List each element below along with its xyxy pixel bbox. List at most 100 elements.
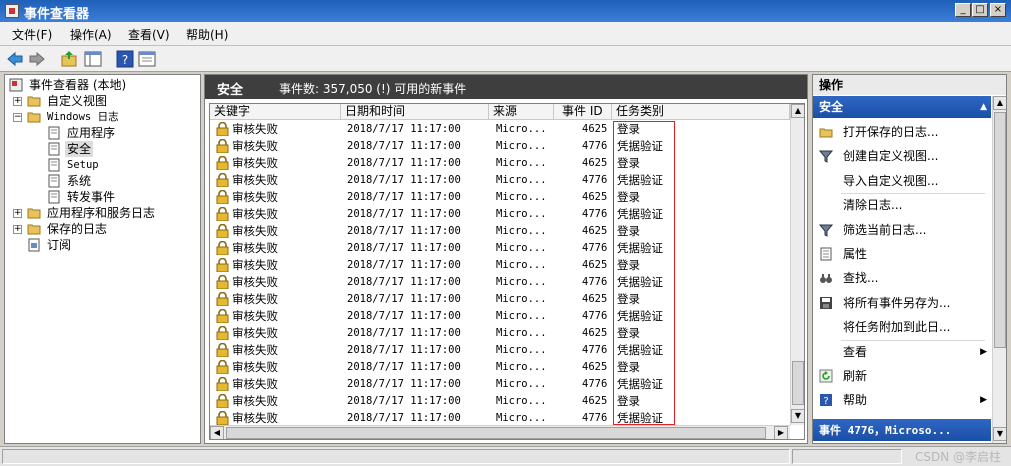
- cell-event-id: 4625: [582, 395, 608, 407]
- action-1-item[interactable]: 创建自定义视图...: [813, 144, 991, 168]
- scroll-down-button[interactable]: ▼: [993, 427, 1006, 441]
- lock-icon: [216, 190, 229, 204]
- table-row[interactable]: 审核失败 2018/7/17 11:17:00 Micro... 4776 凭据验证: [210, 172, 790, 189]
- table-row[interactable]: 审核失败 2018/7/17 11:17:00 Micro... 4776 凭据验证: [210, 206, 790, 223]
- scroll-left-button[interactable]: ◀: [210, 426, 224, 439]
- action-7-item[interactable]: 将所有事件另存为...: [813, 291, 991, 315]
- column-header-task-category[interactable]: 任务类别: [612, 104, 790, 120]
- table-row[interactable]: 审核失败 2018/7/17 11:17:00 Micro... 4625 登录: [210, 257, 790, 274]
- column-header-event-id[interactable]: 事件 ID: [554, 104, 612, 120]
- action-11-item[interactable]: ? 帮助 ▶: [813, 388, 991, 412]
- cell-source: Micro...: [496, 259, 547, 271]
- table-row[interactable]: 审核失败 2018/7/17 11:17:00 Micro... 4776 凭据验证: [210, 274, 790, 291]
- lock-icon: [216, 292, 229, 306]
- action-3-item[interactable]: 清除日志...: [813, 193, 991, 217]
- column-header-source[interactable]: 来源: [489, 104, 554, 120]
- cell-datetime: 2018/7/17 11:17:00: [347, 310, 461, 322]
- cell-source: Micro...: [496, 344, 547, 356]
- expand-icon[interactable]: +: [13, 97, 22, 106]
- table-row[interactable]: 审核失败 2018/7/17 11:17:00 Micro... 4625 登录: [210, 189, 790, 206]
- table-row[interactable]: 审核失败 2018/7/17 11:17:00 Micro... 4625 登录: [210, 291, 790, 308]
- svg-text:?: ?: [823, 396, 828, 407]
- properties-icon[interactable]: [138, 50, 156, 68]
- action-2-item[interactable]: 导入自定义视图...: [813, 169, 991, 193]
- cell-keyword: 审核失败: [232, 326, 278, 340]
- table-row[interactable]: 审核失败 2018/7/17 11:17:00 Micro... 4776 凭据验证: [210, 376, 790, 393]
- cell-event-id: 4625: [582, 157, 608, 169]
- action-8-item[interactable]: 将任务附加到此日...: [813, 315, 991, 339]
- action-6-item[interactable]: 查找...: [813, 266, 991, 290]
- cell-event-id: 4776: [582, 344, 608, 356]
- table-row[interactable]: 审核失败 2018/7/17 11:17:00 Micro... 4625 登录: [210, 325, 790, 342]
- scroll-thumb[interactable]: [994, 112, 1006, 348]
- action-label: 查找...: [843, 271, 879, 286]
- event-section-label: 事件 4776，Microso...: [819, 424, 952, 437]
- cell-keyword: 审核失败: [232, 377, 278, 391]
- action-label: 创建自定义视图...: [843, 149, 939, 164]
- event-viewer-app-icon: [5, 4, 19, 18]
- scroll-right-button[interactable]: ▶: [774, 426, 788, 439]
- show-hide-tree-icon[interactable]: [84, 50, 102, 68]
- cell-keyword: 审核失败: [232, 190, 278, 204]
- scroll-up-button[interactable]: ▲: [791, 104, 804, 118]
- action-10-item[interactable]: 刷新: [813, 364, 991, 388]
- cell-datetime: 2018/7/17 11:17:00: [347, 344, 461, 356]
- actions-scrollbar[interactable]: ▲ ▼: [992, 96, 1006, 443]
- action-label: 将所有事件另存为...: [843, 295, 951, 310]
- lock-icon: [216, 343, 229, 357]
- expand-icon[interactable]: +: [13, 225, 22, 234]
- action-0-item[interactable]: 打开保存的日志...: [813, 120, 991, 144]
- up-folder-icon[interactable]: [60, 50, 78, 68]
- action-5-item[interactable]: 属性: [813, 242, 991, 266]
- tree-label-setup: Setup: [67, 159, 99, 171]
- lock-icon: [216, 309, 229, 323]
- action-4-item[interactable]: 筛选当前日志...: [813, 218, 991, 242]
- scroll-down-button[interactable]: ▼: [791, 409, 804, 423]
- maximize-button[interactable]: □: [972, 3, 988, 17]
- refresh-icon: [819, 369, 833, 383]
- subscription-icon: [28, 238, 40, 252]
- cell-source: Micro...: [496, 395, 547, 407]
- back-arrow-icon[interactable]: [6, 50, 24, 68]
- cell-keyword: 审核失败: [232, 360, 278, 374]
- table-row[interactable]: 审核失败 2018/7/17 11:17:00 Micro... 4776 凭据验证: [210, 308, 790, 325]
- menu-view[interactable]: 查看(V): [128, 26, 170, 43]
- action-9-item[interactable]: 查看 ▶: [813, 339, 991, 364]
- table-row[interactable]: 审核失败 2018/7/17 11:17:00 Micro... 4625 登录: [210, 393, 790, 410]
- table-row[interactable]: 审核失败 2018/7/17 11:17:00 Micro... 4625 登录: [210, 155, 790, 172]
- table-row[interactable]: 审核失败 2018/7/17 11:17:00 Micro... 4776 凭据验证: [210, 240, 790, 257]
- cell-datetime: 2018/7/17 11:17:00: [347, 276, 461, 288]
- forward-arrow-icon[interactable]: [28, 50, 46, 68]
- actions-section-security[interactable]: 安全 ▲: [813, 96, 991, 118]
- menu-action[interactable]: 操作(A): [70, 26, 112, 43]
- cell-event-id: 4625: [582, 191, 608, 203]
- hscroll-thumb[interactable]: [226, 427, 766, 439]
- cell-datetime: 2018/7/17 11:17:00: [347, 174, 461, 186]
- column-header-datetime[interactable]: 日期和时间: [341, 104, 489, 120]
- table-row[interactable]: 审核失败 2018/7/17 11:17:00 Micro... 4625 登录: [210, 223, 790, 240]
- horizontal-scrollbar[interactable]: ◀ ▶: [210, 425, 790, 439]
- lock-icon: [216, 241, 229, 255]
- close-button[interactable]: ×: [990, 3, 1006, 17]
- table-row[interactable]: 审核失败 2018/7/17 11:17:00 Micro... 4776 凭据验证: [210, 342, 790, 359]
- collapse-icon[interactable]: ▲: [980, 96, 987, 118]
- vertical-scrollbar[interactable]: ▲ ▼: [790, 104, 804, 425]
- column-header-keyword[interactable]: 关键字: [210, 104, 341, 120]
- cell-source: Micro...: [496, 293, 547, 305]
- lock-icon: [216, 207, 229, 221]
- menu-file[interactable]: 文件(F): [12, 26, 52, 43]
- log-icon: [48, 126, 60, 140]
- table-row[interactable]: 审核失败 2018/7/17 11:17:00 Micro... 4625 登录: [210, 121, 790, 138]
- scroll-up-button[interactable]: ▲: [993, 96, 1006, 110]
- help-icon[interactable]: ?: [116, 50, 134, 68]
- cell-datetime: 2018/7/17 11:17:00: [347, 395, 461, 407]
- scroll-thumb[interactable]: [792, 361, 804, 405]
- expand-icon[interactable]: +: [13, 209, 22, 218]
- actions-section-event[interactable]: 事件 4776，Microso...: [813, 419, 991, 441]
- watermark: CSDN @李启柱: [914, 450, 1001, 464]
- table-row[interactable]: 审核失败 2018/7/17 11:17:00 Micro... 4776 凭据验证: [210, 138, 790, 155]
- menu-help[interactable]: 帮助(H): [186, 26, 228, 43]
- table-row[interactable]: 审核失败 2018/7/17 11:17:00 Micro... 4625 登录: [210, 359, 790, 376]
- collapse-icon[interactable]: −: [13, 113, 22, 122]
- minimize-button[interactable]: _: [955, 3, 971, 17]
